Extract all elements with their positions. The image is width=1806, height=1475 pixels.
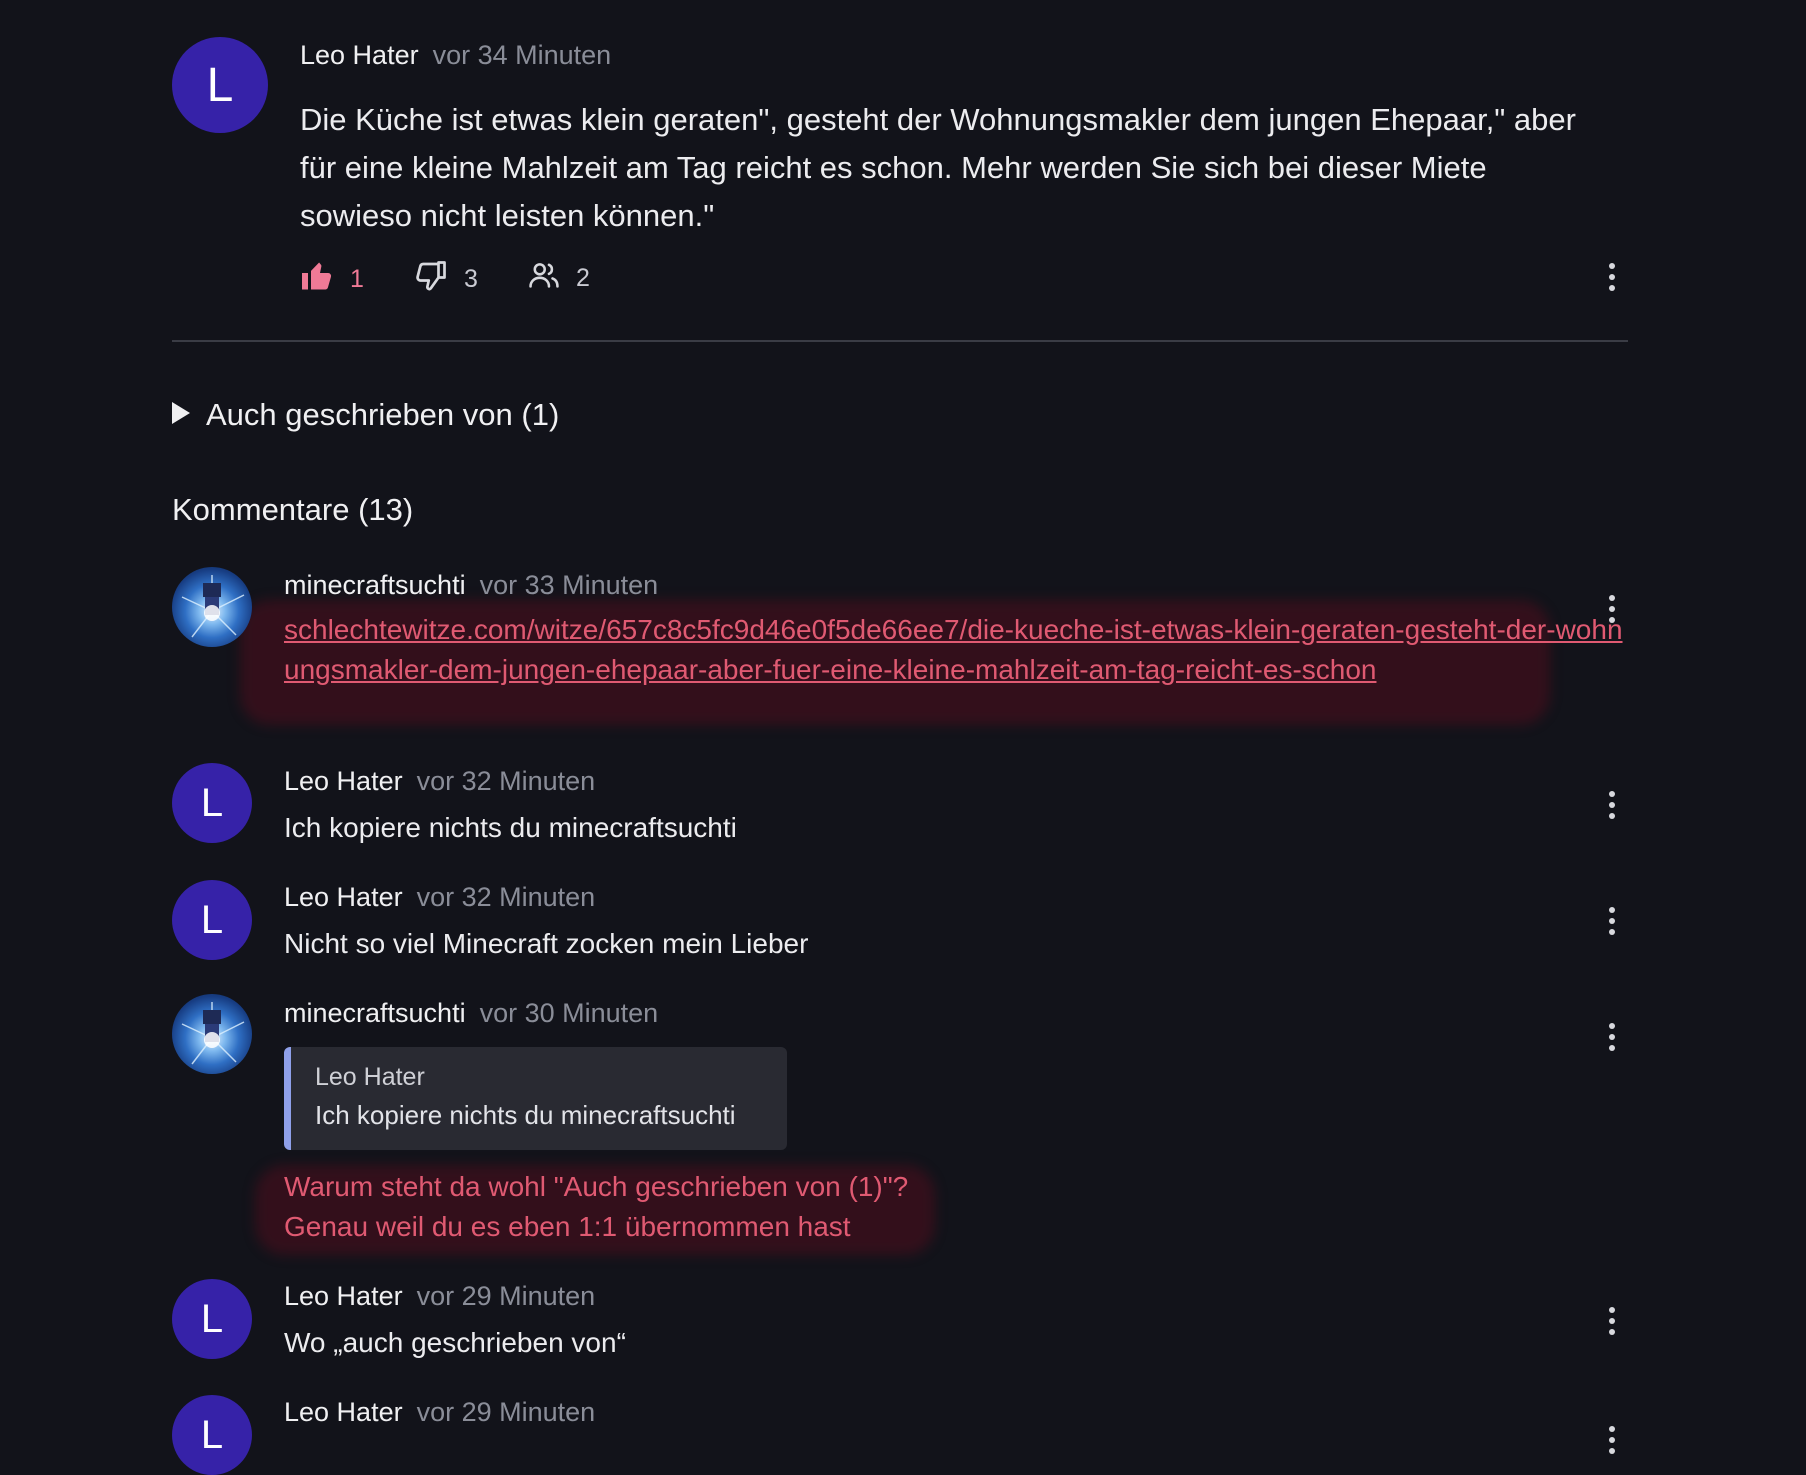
quote-author: Leo Hater bbox=[315, 1063, 425, 1091]
shares-button[interactable]: 2 bbox=[526, 258, 590, 299]
post-menu-kebab-icon[interactable] bbox=[1597, 257, 1627, 297]
comment-text: Nicht so viel Minecraft zocken mein Lieb… bbox=[284, 928, 809, 959]
comment-link[interactable]: schlechtewitze.com/witze/657c8c5fc9d46e0… bbox=[284, 610, 1624, 690]
dislike-count: 3 bbox=[464, 265, 478, 293]
people-icon bbox=[526, 258, 562, 299]
comment-menu-kebab-icon[interactable] bbox=[1597, 1301, 1627, 1341]
post-text: Die Küche ist etwas klein geraten", gest… bbox=[300, 102, 1576, 233]
also-written-toggle[interactable]: Auch geschrieben von (1) bbox=[172, 397, 559, 433]
avatar-image bbox=[181, 1002, 245, 1065]
comment-author[interactable]: Leo Hater bbox=[284, 1281, 403, 1311]
comments-heading: Kommentare (13) bbox=[172, 492, 414, 527]
post-header: Leo Hater vor 34 Minuten bbox=[300, 40, 611, 71]
quoted-comment[interactable]: Leo Hater Ich kopiere nichts du minecraf… bbox=[284, 1047, 787, 1150]
commenter-avatar[interactable]: L bbox=[172, 763, 252, 843]
comment-menu-kebab-icon[interactable] bbox=[1597, 589, 1627, 629]
also-written-label: Auch geschrieben von (1) bbox=[206, 397, 560, 432]
comment-author[interactable]: Leo Hater bbox=[284, 882, 403, 912]
post-author-avatar[interactable]: L bbox=[172, 37, 268, 133]
thumbs-up-icon bbox=[298, 258, 336, 301]
comment-author[interactable]: Leo Hater bbox=[284, 1397, 403, 1427]
quote-text: Ich kopiere nichts du minecraftsuchti bbox=[315, 1100, 736, 1130]
comment-header: Leo Hater vor 32 Minuten bbox=[284, 766, 595, 797]
commenter-avatar[interactable]: L bbox=[172, 880, 252, 960]
comment-header: minecraftsuchti vor 33 Minuten bbox=[284, 570, 658, 601]
comment-menu-kebab-icon[interactable] bbox=[1597, 901, 1627, 941]
comment-header: Leo Hater vor 29 Minuten bbox=[284, 1397, 595, 1428]
like-count: 1 bbox=[350, 265, 364, 293]
commenter-avatar[interactable]: L bbox=[172, 1279, 252, 1359]
divider bbox=[172, 340, 1628, 342]
comment-time: vor 33 Minuten bbox=[479, 570, 659, 600]
comment-time: vor 29 Minuten bbox=[416, 1281, 596, 1311]
comment-header: Leo Hater vor 32 Minuten bbox=[284, 882, 595, 913]
comment-header: minecraftsuchti vor 30 Minuten bbox=[284, 998, 658, 1029]
comment-text: Ich kopiere nichts du minecraftsuchti bbox=[284, 812, 737, 843]
commenter-avatar[interactable] bbox=[172, 567, 252, 647]
post-author-name[interactable]: Leo Hater bbox=[300, 40, 419, 70]
share-count: 2 bbox=[576, 264, 590, 292]
comment-time: vor 29 Minuten bbox=[416, 1397, 596, 1427]
comment-text-line-1: Warum steht da wohl "Auch geschrieben vo… bbox=[284, 1171, 909, 1202]
comment-author[interactable]: minecraftsuchti bbox=[284, 570, 466, 600]
comment-menu-kebab-icon[interactable] bbox=[1597, 1420, 1627, 1460]
comment-time: vor 32 Minuten bbox=[416, 766, 596, 796]
comment-author[interactable]: Leo Hater bbox=[284, 766, 403, 796]
dislike-button[interactable]: 3 bbox=[412, 258, 478, 301]
avatar-image bbox=[181, 575, 245, 638]
post-time: vor 34 Minuten bbox=[432, 40, 612, 70]
comment-author[interactable]: minecraftsuchti bbox=[284, 998, 466, 1028]
comment-time: vor 30 Minuten bbox=[479, 998, 659, 1028]
commenter-avatar[interactable] bbox=[172, 994, 252, 1074]
comment-text-line-2: Genau weil du es eben 1:1 übernommen has… bbox=[284, 1211, 851, 1242]
like-button[interactable]: 1 bbox=[298, 258, 364, 301]
comment-menu-kebab-icon[interactable] bbox=[1597, 785, 1627, 825]
triangle-right-icon bbox=[172, 401, 190, 429]
comment-menu-kebab-icon[interactable] bbox=[1597, 1017, 1627, 1057]
comment-header: Leo Hater vor 29 Minuten bbox=[284, 1281, 595, 1312]
commenter-avatar[interactable]: L bbox=[172, 1395, 252, 1475]
comment-time: vor 32 Minuten bbox=[416, 882, 596, 912]
thumbs-down-icon bbox=[412, 258, 450, 301]
comment-text: Wo „auch geschrieben von“ bbox=[284, 1327, 626, 1358]
